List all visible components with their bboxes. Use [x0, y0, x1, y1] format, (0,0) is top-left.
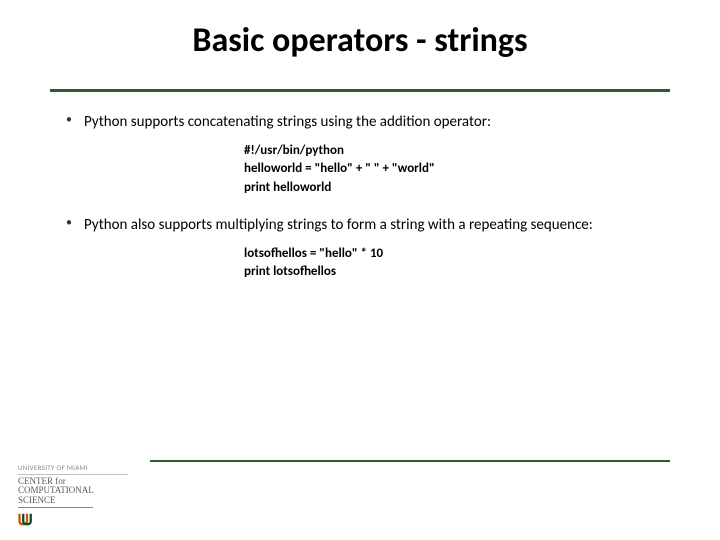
- footer-underline: [150, 460, 670, 462]
- bullet-item: Python supports concatenating strings us…: [60, 112, 660, 197]
- slide-content: Python supports concatenating strings us…: [40, 112, 680, 281]
- bullet-text: Python supports concatenating strings us…: [84, 113, 491, 131]
- center-name: CENTER for COMPUTATIONAL SCIENCE: [18, 477, 93, 508]
- slide-title: Basic operators - strings: [40, 20, 680, 65]
- code-block: lotsofhellos = "hello" * 10 print lotsof…: [244, 245, 660, 281]
- university-name: UNIVERSITY OF MIAMI: [18, 464, 128, 475]
- title-underline: [50, 89, 670, 92]
- slide-container: Basic operators - strings Python support…: [0, 0, 720, 540]
- bullet-item: Python also supports multiplying strings…: [60, 215, 660, 282]
- center-line: SCIENCE: [18, 495, 56, 505]
- bullet-list: Python supports concatenating strings us…: [60, 112, 660, 281]
- um-logo-icon: [18, 512, 36, 526]
- bullet-text: Python also supports multiplying strings…: [84, 216, 593, 234]
- code-block: #!/usr/bin/python helloworld = "hello" +…: [244, 142, 660, 197]
- footer-logo-area: UNIVERSITY OF MIAMI CENTER for COMPUTATI…: [18, 464, 128, 526]
